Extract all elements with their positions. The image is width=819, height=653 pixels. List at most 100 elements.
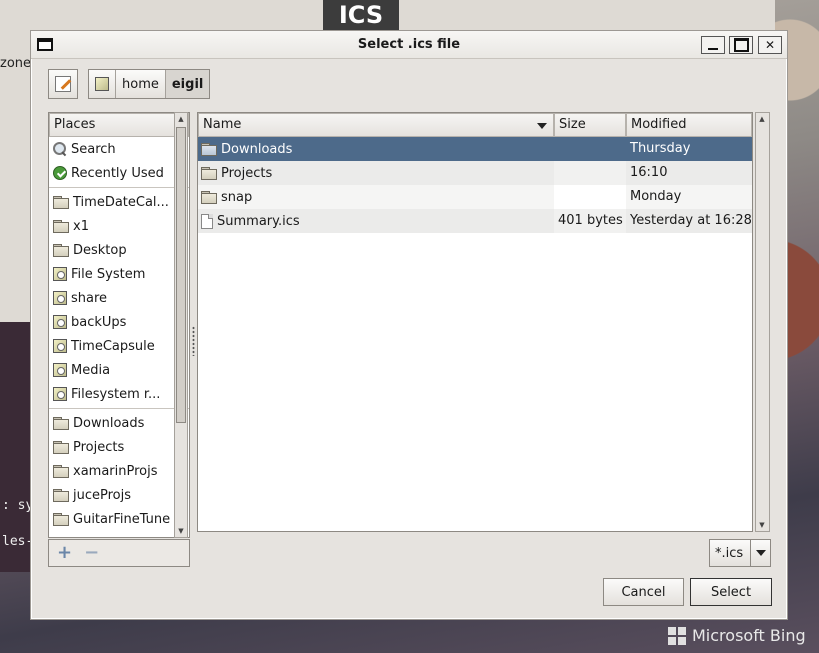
dialog-title: Select .ics file [357,37,461,52]
places-item[interactable]: share [49,286,189,310]
places-scrollbar[interactable]: ▲ ▼ [174,112,188,538]
pane-resize-handle[interactable] [192,326,195,356]
places-item[interactable]: x1 [49,214,189,238]
column-header-modified[interactable]: Modified [626,113,752,137]
cancel-button[interactable]: Cancel [603,578,684,606]
ics-logo: ICS [323,0,399,30]
places-item[interactable]: GuitarFineTune [49,507,189,531]
places-item-label: TimeCapsule [71,338,155,354]
file-modified-cell: Yesterday at 16:28 [626,209,752,233]
file-row[interactable]: Summary.ics 401 bytes Yesterday at 16:28 [198,209,752,233]
file-name: Summary.ics [217,213,300,229]
file-size-cell [554,185,626,209]
type-location-button[interactable] [48,69,78,99]
places-item[interactable]: Filesystem r... [49,382,189,406]
places-item-label: Recently Used [71,165,164,181]
folder-icon [53,441,69,454]
file-modified-cell: 16:10 [626,161,752,185]
dropdown-button[interactable] [750,540,770,566]
places-item[interactable]: Projects [49,435,189,459]
file-name: Projects [221,165,273,181]
places-item[interactable]: TimeDateCal... [49,190,189,214]
places-item[interactable]: Search [49,137,189,161]
folder-icon [53,465,69,478]
places-item-label: Filesystem r... [71,386,161,402]
file-filter-value: *.ics [715,545,744,561]
drive-icon [53,387,67,401]
add-bookmark-icon[interactable]: + [57,544,72,562]
file-rows: Downloads Thursday Projects 16:10 snap Monday… [198,137,752,233]
places-header[interactable]: Places [49,113,189,137]
watermark-text: Microsoft Bing [692,626,806,645]
file-name: snap [221,189,253,205]
places-item-label: share [71,290,108,306]
places-item-label: Downloads [73,415,145,431]
places-item[interactable]: TimeCapsule [49,334,189,358]
places-item[interactable]: Media [49,358,189,382]
places-item-label: x1 [73,218,89,234]
select-button[interactable]: Select [690,578,772,606]
file-modified-cell: Thursday [630,141,691,156]
places-item[interactable]: backUps [49,310,189,334]
sort-descending-icon [537,123,547,129]
background-window-text: zone [0,56,32,71]
clock-icon [53,166,67,180]
terminal-line: : sy [2,498,34,513]
file-name-cell: Projects [198,161,554,185]
column-header-size[interactable]: Size [554,113,626,137]
bookmark-buttons: + − [48,539,190,567]
file-list: Name Size Modified Downloads Thursday Proj… [197,112,753,532]
file-row[interactable]: Projects 16:10 [198,161,752,185]
folder-icon [201,167,217,180]
folder-icon [201,191,217,204]
path-bar: home eigil [88,69,211,99]
places-item[interactable]: xamarinProjs [49,459,189,483]
places-item-label: Desktop [73,242,127,258]
folder-icon [53,196,69,209]
folder-icon [201,143,217,156]
places-item[interactable]: Recently Used [49,161,189,185]
places-item-label: Media [71,362,111,378]
places-item[interactable]: Desktop [49,238,189,262]
scroll-up-arrow-icon[interactable]: ▲ [175,113,187,125]
drive-icon [53,363,67,377]
path-root-button[interactable] [89,70,116,98]
file-row[interactable]: Downloads Thursday [198,137,752,161]
minimize-button[interactable] [701,36,725,54]
drive-icon [53,315,67,329]
drive-icon [95,77,109,91]
folder-icon [53,513,69,526]
scroll-down-arrow-icon[interactable]: ▼ [756,519,768,531]
file-name-cell: snap [198,185,554,209]
places-item[interactable]: Downloads [49,411,189,435]
file-chooser-dialog: Select .ics file ✕ home eigil Places Sea… [30,30,788,620]
places-item[interactable]: File System [49,262,189,286]
places-item-label: File System [71,266,146,282]
search-icon [53,142,67,156]
file-list-scrollbar[interactable]: ▲ ▼ [755,112,770,532]
places-scroll-thumb[interactable] [176,127,186,423]
file-size-cell [554,137,626,161]
column-header-name[interactable]: Name [198,113,554,137]
pencil-icon [55,76,71,92]
path-button-home[interactable]: home [116,70,166,98]
path-button-eigil[interactable]: eigil [165,70,210,98]
file-filter-combo[interactable]: *.ics [709,539,771,567]
drive-icon [53,291,67,305]
terminal-line: les- [2,534,34,549]
file-name-cell: Summary.ics [198,209,554,233]
scroll-up-arrow-icon[interactable]: ▲ [756,113,768,125]
file-name-cell: Downloads [198,137,554,161]
maximize-button[interactable] [729,36,753,54]
scroll-down-arrow-icon[interactable]: ▼ [175,525,187,537]
dialog-titlebar[interactable]: Select .ics file ✕ [31,31,787,59]
file-icon [201,213,213,229]
places-item-label: Search [71,141,116,157]
file-row[interactable]: snap Monday [198,185,752,209]
places-list: Search Recently Used TimeDateCal... x1 Deskt… [49,137,189,531]
folder-icon [53,417,69,430]
places-item[interactable]: juceProjs [49,483,189,507]
remove-bookmark-icon[interactable]: − [84,544,99,562]
close-button[interactable]: ✕ [758,36,782,54]
places-separator [49,187,189,188]
